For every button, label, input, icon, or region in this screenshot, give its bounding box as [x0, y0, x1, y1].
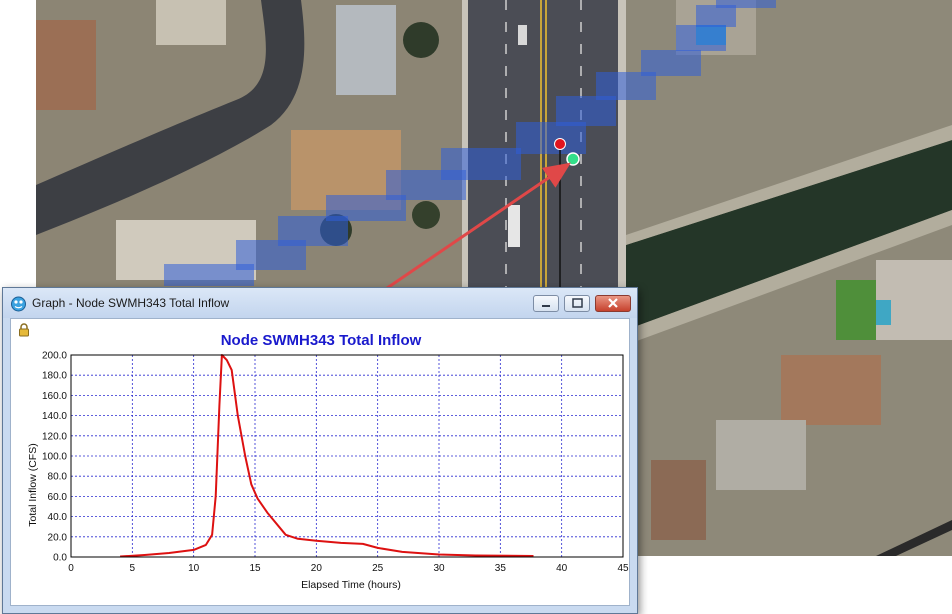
- y-tick-label: 160.0: [42, 391, 67, 402]
- y-tick-label: 180.0: [42, 371, 67, 382]
- x-tick-label: 35: [495, 563, 507, 574]
- map-roof: [716, 420, 806, 490]
- graph-client-area: Node SWMH343 Total Inflow Total Inflow (…: [10, 318, 630, 606]
- map-roof: [36, 20, 96, 110]
- y-tick-label: 120.0: [42, 431, 67, 442]
- outfall-marker[interactable]: [566, 152, 580, 166]
- map-car: [518, 25, 527, 45]
- close-icon: [608, 298, 618, 308]
- map-roof: [336, 5, 396, 95]
- x-tick-label: 25: [372, 563, 384, 574]
- title-bar[interactable]: Graph - Node SWMH343 Total Inflow: [3, 288, 637, 318]
- y-tick-label: 80.0: [48, 472, 68, 483]
- maximize-button[interactable]: [564, 295, 590, 312]
- close-button[interactable]: [595, 295, 631, 312]
- x-tick-label: 15: [249, 563, 261, 574]
- x-tick-label: 10: [188, 563, 200, 574]
- node-marker[interactable]: [554, 138, 566, 150]
- y-tick-label: 40.0: [48, 512, 68, 523]
- x-tick-label: 0: [68, 563, 74, 574]
- map-roof: [651, 460, 706, 540]
- map-tree: [403, 22, 439, 58]
- chart-ticks: 0 5 10 15 20 25 30 35 40 45 0.0 20.0 40.0 60.0 80.0 100…: [42, 351, 629, 575]
- map-roof: [156, 0, 226, 45]
- map-tree: [412, 201, 440, 229]
- x-tick-label: 45: [617, 563, 629, 574]
- window-title: Graph - Node SWMH343 Total Inflow: [32, 296, 230, 310]
- y-tick-label: 60.0: [48, 492, 68, 503]
- chart-plot: 0 5 10 15 20 25 30 35 40 45 0.0 20.0 40.0 60.0 80.0 100…: [42, 351, 629, 575]
- minimize-button[interactable]: [533, 295, 559, 312]
- maximize-icon: [572, 298, 583, 308]
- map-roof: [781, 355, 881, 425]
- graph-app-icon: [11, 296, 26, 312]
- y-tick-label: 100.0: [42, 452, 67, 463]
- y-tick-label: 200.0: [42, 351, 67, 362]
- graph-window[interactable]: Graph - Node SWMH343 Total Inflow Node S…: [2, 287, 638, 614]
- x-tick-label: 40: [556, 563, 568, 574]
- y-tick-label: 20.0: [48, 532, 68, 543]
- x-tick-label: 20: [311, 563, 323, 574]
- y-tick-label: 0.0: [53, 553, 67, 564]
- y-tick-label: 140.0: [42, 411, 67, 422]
- x-tick-label: 5: [130, 563, 136, 574]
- minimize-icon: [542, 305, 550, 307]
- map-truck: [508, 205, 520, 247]
- chart-grid: [70, 354, 624, 558]
- x-tick-label: 30: [433, 563, 445, 574]
